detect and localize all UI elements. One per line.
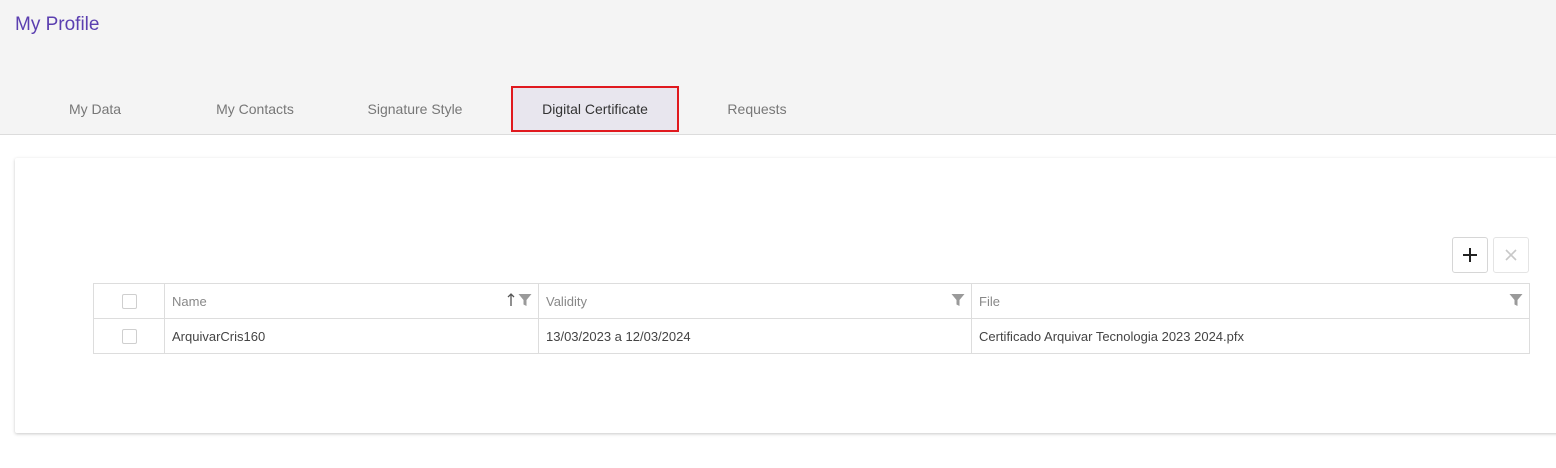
column-header-file[interactable]: File — [971, 283, 1530, 319]
column-header-name[interactable]: Name — [164, 283, 539, 319]
profile-header: My Profile My Data My Contacts Signature… — [0, 0, 1556, 135]
filter-icon[interactable] — [1509, 293, 1523, 307]
delete-certificate-button[interactable] — [1493, 237, 1529, 273]
column-label-file: File — [979, 293, 1000, 309]
add-certificate-button[interactable] — [1452, 237, 1488, 273]
cell-name[interactable]: ArquivarCris160 — [164, 318, 539, 354]
select-all-cell — [93, 283, 165, 319]
certificate-panel: Name Validity File ArquivarCris160 13/03… — [15, 158, 1556, 433]
table-header-row: Name Validity File — [93, 283, 1530, 319]
tab-my-data[interactable]: My Data — [15, 86, 175, 132]
column-label-name: Name — [172, 293, 207, 309]
cell-file[interactable]: Certificado Arquivar Tecnologia 2023 202… — [971, 318, 1530, 354]
profile-tabs: My Data My Contacts Signature Style Digi… — [15, 86, 835, 134]
tab-digital-certificate[interactable]: Digital Certificate — [511, 86, 679, 132]
certificates-table: Name Validity File ArquivarCris160 13/03… — [93, 283, 1530, 354]
filter-icon[interactable] — [518, 293, 532, 307]
plus-icon — [1463, 248, 1477, 262]
column-label-validity: Validity — [546, 293, 587, 309]
tab-signature-style[interactable]: Signature Style — [335, 86, 495, 132]
close-icon — [1505, 249, 1517, 261]
page-title: My Profile — [15, 14, 100, 35]
table-row[interactable]: ArquivarCris160 13/03/2023 a 12/03/2024 … — [93, 318, 1530, 354]
tab-my-contacts[interactable]: My Contacts — [175, 86, 335, 132]
row-checkbox[interactable] — [121, 329, 137, 345]
cell-validity[interactable]: 13/03/2023 a 12/03/2024 — [538, 318, 972, 354]
filter-icon[interactable] — [951, 293, 965, 307]
sort-ascending-icon[interactable] — [507, 293, 515, 307]
select-all-checkbox[interactable] — [121, 294, 137, 310]
column-header-validity[interactable]: Validity — [538, 283, 972, 319]
tab-requests[interactable]: Requests — [679, 86, 835, 132]
row-select-cell — [93, 318, 165, 354]
